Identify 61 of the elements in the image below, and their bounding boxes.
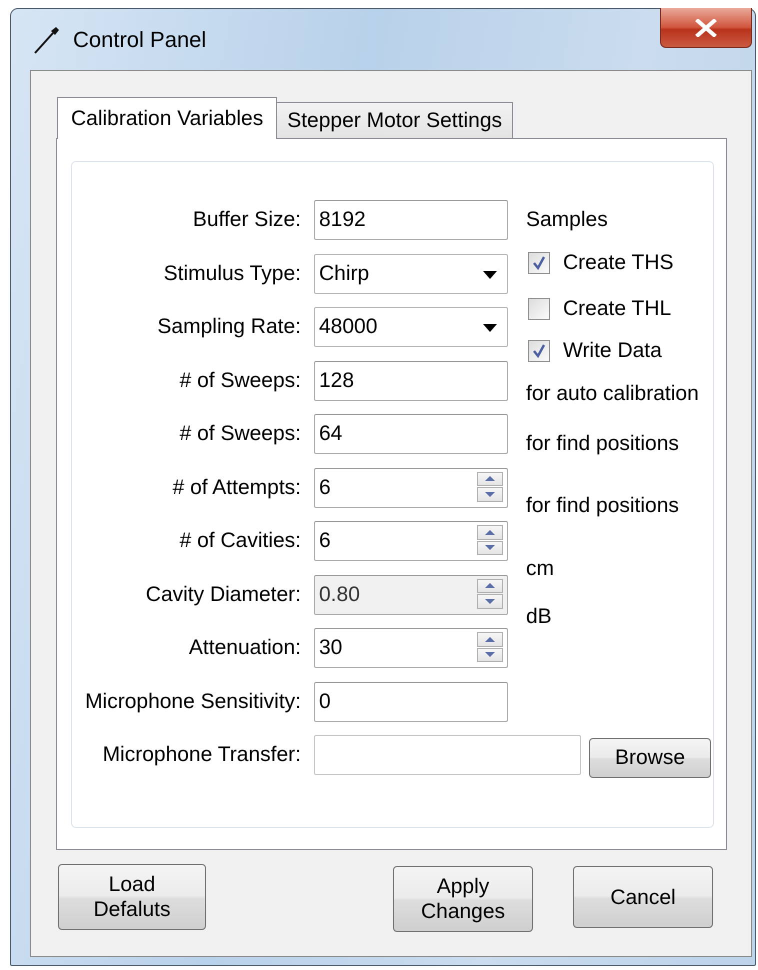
input-field[interactable]: 0 [314, 682, 508, 722]
checkbox-label: Create THL [563, 297, 672, 321]
field-label: # of Attempts: [172, 476, 301, 500]
cancel-button[interactable]: Cancel [573, 866, 713, 928]
input-field[interactable]: 8192 [314, 200, 508, 240]
browse-button[interactable]: Browse [589, 738, 711, 778]
checkbox-label: Create THS [563, 251, 674, 275]
field-label: Microphone Sensitivity: [85, 690, 301, 714]
caret-icon [483, 270, 497, 278]
spin-up-button[interactable] [477, 632, 503, 646]
field-label: # of Sweeps: [180, 422, 301, 446]
spin-up-button[interactable] [477, 472, 503, 486]
tab[interactable]: Calibration Variables [57, 97, 278, 139]
unit-label: cm [526, 557, 554, 581]
dropdown[interactable]: 48000 [314, 307, 508, 347]
field-label: # of Cavities: [180, 529, 301, 553]
up-arrow-icon [484, 634, 496, 644]
close-button[interactable] [660, 8, 752, 48]
up-arrow-icon [484, 581, 496, 590]
unit-label: for auto calibration [526, 382, 699, 406]
down-arrow-icon [484, 543, 496, 552]
spin-field[interactable]: 6 [314, 468, 508, 508]
tab[interactable]: Stepper Motor Settings [276, 102, 513, 138]
field-label: Microphone Transfer: [102, 743, 301, 767]
field-label: Sampling Rate: [157, 315, 301, 339]
pen-icon [33, 24, 61, 54]
spin-down-button[interactable] [477, 487, 503, 502]
field-label: Stimulus Type: [164, 262, 301, 286]
checkbox-label: Write Data [563, 339, 662, 363]
caret-icon [483, 324, 497, 332]
spin-up-button[interactable] [477, 525, 503, 540]
checkbox[interactable] [528, 298, 550, 320]
down-arrow-icon [484, 596, 496, 606]
up-arrow-icon [484, 474, 496, 484]
spin-down-button[interactable] [477, 648, 503, 662]
unit-label: Samples [526, 208, 608, 232]
down-arrow-icon [484, 490, 496, 499]
window-title: Control Panel [73, 26, 206, 52]
unit-label: dB [526, 605, 552, 629]
checkbox[interactable] [528, 252, 550, 274]
unit-label: for find positions [526, 432, 679, 456]
field-label: # of Sweeps: [180, 368, 301, 392]
spin-down-button[interactable] [477, 540, 503, 555]
down-arrow-icon [484, 650, 496, 660]
spin-field[interactable]: 6 [314, 521, 508, 561]
action-button[interactable]: Load Defaluts [58, 864, 206, 930]
input-field[interactable]: 128 [314, 360, 508, 400]
action-button[interactable]: Apply Changes [393, 866, 533, 932]
unit-label: for find positions [526, 494, 679, 518]
close-icon [695, 18, 717, 36]
input-field[interactable] [314, 735, 581, 775]
spin-field[interactable]: 30 [314, 628, 508, 668]
field-label: Attenuation: [188, 636, 301, 660]
dropdown[interactable]: Chirp [314, 254, 508, 294]
input-field[interactable]: 64 [314, 414, 508, 454]
up-arrow-icon [484, 528, 496, 537]
field-label: Buffer Size: [192, 208, 301, 232]
check-icon [532, 344, 546, 358]
field-label: Cavity Diameter: [146, 582, 301, 606]
check-icon [532, 256, 546, 270]
checkbox[interactable] [528, 340, 550, 362]
